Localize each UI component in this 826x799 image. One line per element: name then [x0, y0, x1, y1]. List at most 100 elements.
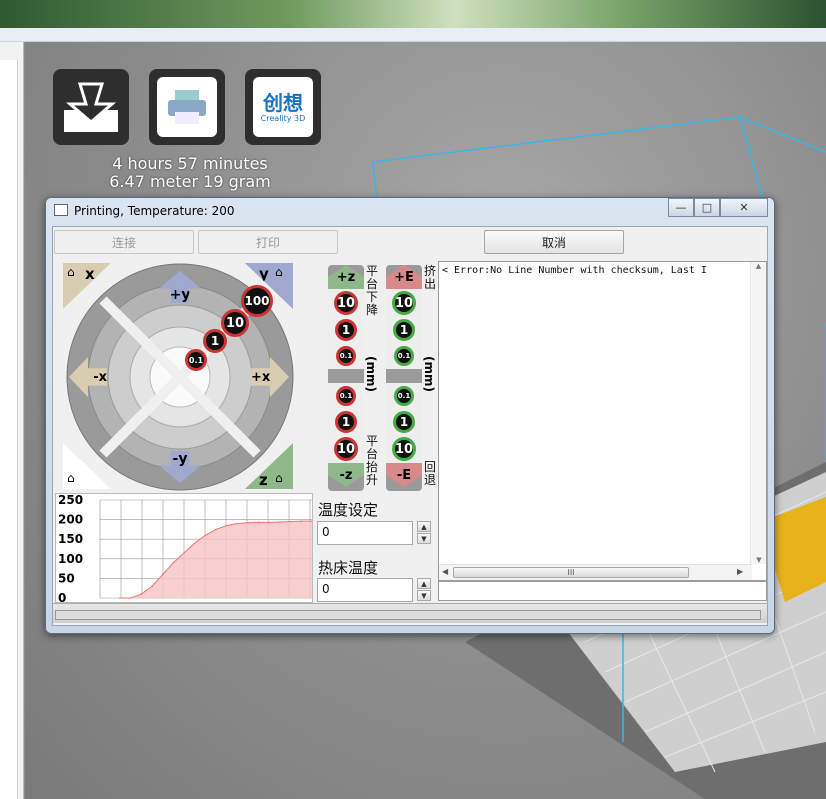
e-top-label: 挤 出 [423, 265, 437, 291]
z-up-0-1-label: 0.1 [336, 346, 356, 366]
bed-temp-down-button[interactable]: ▼ [417, 590, 431, 601]
z-up-10-label: 10 [334, 291, 358, 315]
temperature-point [193, 542, 196, 544]
close-button[interactable]: ✕ [720, 198, 768, 217]
z-down-0-1[interactable]: 0.1 [328, 383, 364, 409]
minus-y-label: -y [172, 451, 188, 467]
e-down-1[interactable]: 1 [386, 409, 422, 435]
z-bottom-char: 升 [365, 473, 378, 487]
scroll-down-icon[interactable]: ▼ [751, 556, 767, 564]
load-model-button[interactable] [53, 69, 129, 145]
status-bar [53, 603, 767, 623]
e-up-0-1-label: 0.1 [394, 346, 414, 366]
y-tick-label: 50 [58, 571, 75, 585]
z-down-10[interactable]: 10 [328, 435, 364, 463]
bed-temp-input[interactable]: 0 [317, 578, 413, 602]
print-info: 4 hours 57 minutes 6.47 meter 19 gram [100, 155, 280, 191]
minus-e-button[interactable]: -E [386, 463, 422, 487]
e-up-1-label: 1 [393, 319, 415, 341]
connect-button[interactable]: 连接 [54, 230, 194, 254]
minus-z-button[interactable]: -z [328, 463, 364, 487]
z-jog-column: +z 10 1 0.1 0.1 1 10 -z [328, 265, 364, 491]
z-down-10-label: 10 [334, 437, 358, 461]
xy-step-10[interactable]: 10 [221, 309, 249, 337]
z-down-1[interactable]: 1 [328, 409, 364, 435]
e-up-1[interactable]: 1 [386, 317, 422, 343]
e-bottom-char: 退 [423, 473, 436, 487]
nozzle-temp-down-button[interactable]: ▼ [417, 533, 431, 544]
z-top-label: 平 台 下 降 [365, 265, 379, 317]
e-bottom-label: 回 退 [423, 461, 437, 487]
print-material: 6.47 meter 19 gram [109, 172, 271, 191]
home-icon: ⌂ [275, 265, 283, 279]
e-down-0-1[interactable]: 0.1 [386, 383, 422, 409]
xy-step-100[interactable]: 100 [241, 285, 273, 317]
plus-z-button[interactable]: +z [328, 265, 364, 289]
z-down-0-1-label: 0.1 [336, 386, 356, 406]
e-up-0-1[interactable]: 0.1 [386, 343, 422, 369]
temperature-point [129, 597, 132, 599]
e-down-0-1-label: 0.1 [394, 386, 414, 406]
z-top-char: 降 [365, 303, 378, 317]
xy-jog-panel: ⌂ x y ⌂ ⌂ z ⌂ +y -y -x +x 100 10 1 0.1 [63, 263, 295, 491]
temperature-point [225, 524, 228, 527]
plus-e-button[interactable]: +E [386, 265, 422, 289]
z-up-0-1[interactable]: 0.1 [328, 343, 364, 369]
nozzle-temp-up-button[interactable]: ▲ [417, 521, 431, 532]
scroll-right-icon[interactable]: ▶ [737, 567, 743, 576]
temperature-point [204, 534, 207, 537]
z-unit-label: (mm) [363, 356, 378, 392]
home-icon: ⌂ [67, 265, 75, 279]
e-jog-column: +E 10 1 0.1 0.1 1 10 -E [386, 265, 422, 491]
y-tick-label: 150 [58, 532, 83, 546]
print-time: 4 hours 57 minutes [112, 154, 268, 173]
e-unit-label: (mm) [421, 356, 436, 392]
xy-step-1[interactable]: 1 [203, 329, 227, 353]
temperature-point [151, 585, 153, 588]
menu-strip [0, 28, 826, 42]
temperature-point [268, 521, 271, 524]
home-icon: ⌂ [275, 471, 283, 485]
scroll-up-icon[interactable]: ▲ [751, 262, 766, 270]
print-toolbar-button[interactable] [149, 69, 225, 145]
scroll-thumb[interactable]: III [453, 567, 689, 578]
temperature-point [311, 520, 312, 522]
left-panel-list [0, 60, 18, 799]
temperature-graph-svg: 250 200 150 100 50 0 [58, 494, 312, 602]
printing-dialog: Printing, Temperature: 200 — □ ✕ 连接 打印 取… [45, 197, 775, 634]
nozzle-temp-input[interactable]: 0 [317, 521, 413, 545]
temperature-point [161, 573, 164, 576]
temperature-point [236, 522, 239, 525]
scroll-left-icon[interactable]: ◀ [442, 567, 448, 576]
gcode-command-input[interactable] [438, 581, 767, 601]
temperature-point [119, 597, 121, 599]
z-up-10[interactable]: 10 [328, 289, 364, 317]
temperature-point [289, 520, 292, 523]
log-text: < Error:No Line Number with checksum, La… [442, 265, 707, 276]
z-up-1[interactable]: 1 [328, 317, 364, 343]
maximize-button[interactable]: □ [694, 198, 720, 217]
creality-button[interactable]: 创想 Creality 3D [245, 69, 321, 145]
log-vertical-scrollbar[interactable]: ▲ ▼ [750, 262, 766, 564]
cancel-button[interactable]: 取消 [484, 230, 624, 254]
dialog-client: 连接 打印 取消 ⌂ x y ⌂ ⌂ z ⌂ +y -y -x +x 100 1… [52, 226, 768, 626]
temperature-graph: 250 200 150 100 50 0 [55, 493, 313, 603]
temperature-point [247, 521, 249, 524]
temperature-point [172, 561, 175, 564]
minimize-button[interactable]: — [668, 198, 694, 217]
logo-text: Creality 3D [260, 113, 306, 123]
plus-y-label: +y [169, 287, 191, 303]
bed-temp-label: 热床温度 [318, 559, 379, 577]
y-tick-label: 250 [58, 494, 83, 507]
temperature-point [300, 520, 303, 522]
e-up-10[interactable]: 10 [386, 289, 422, 317]
print-button[interactable]: 打印 [198, 230, 338, 254]
bed-temp-up-button[interactable]: ▲ [417, 578, 431, 589]
e-down-10[interactable]: 10 [386, 435, 422, 463]
z-down-1-label: 1 [335, 411, 357, 433]
window-icon [54, 204, 68, 216]
log-horizontal-scrollbar[interactable]: ◀ III ▶ [439, 564, 752, 580]
z-up-1-label: 1 [335, 319, 357, 341]
log-output[interactable]: < Error:No Line Number with checksum, La… [438, 261, 767, 581]
xy-step-0-1[interactable]: 0.1 [185, 349, 207, 371]
